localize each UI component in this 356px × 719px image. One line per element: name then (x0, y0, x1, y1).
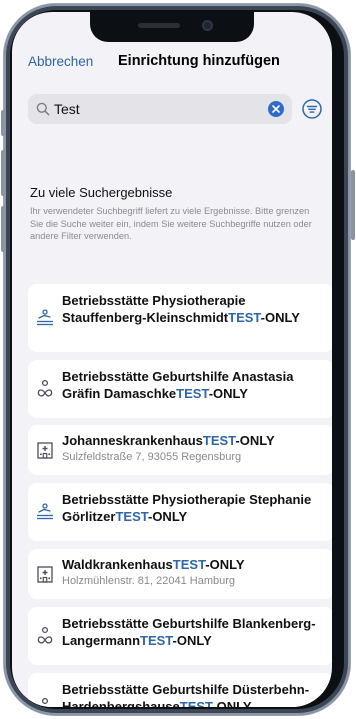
result-name: WaldkrankenhausTEST-ONLY (62, 556, 328, 573)
result-address: Sulzfeldstraße 7, 93055 Regensburg (62, 451, 242, 463)
side-button (1, 150, 5, 196)
result-name-highlight: TEST (140, 633, 173, 648)
result-name-highlight: TEST (179, 699, 213, 707)
result-name: Betriebsstätte Geburtshilfe Anastasia Gr… (62, 368, 328, 402)
result-name-suffix: -ONLY (205, 557, 245, 572)
screen: Abbrechen Einrichtung hinzufügen Test Zu… (12, 12, 332, 707)
result-name-highlight: TEST (172, 557, 206, 572)
side-button (351, 170, 355, 240)
notch (90, 12, 254, 42)
message-body: Ihr verwendeter Suchbegriff liefert zu v… (30, 206, 312, 242)
result-card[interactable]: Betriebsstätte Physiotherapie Stephanie … (28, 483, 332, 541)
result-name-highlight: TEST (202, 433, 236, 448)
result-card[interactable]: WaldkrankenhausTEST-ONLY Holzmühlenstr. 8… (28, 549, 332, 599)
result-name-text: Betriebsstätte Physiotherapie Stauffenbe… (62, 293, 246, 325)
result-name-suffix: -ONLY (147, 509, 188, 524)
side-button (1, 110, 5, 136)
result-name-suffix: -ONLY (172, 633, 212, 648)
result-text: WaldkrankenhausTEST-ONLY Holzmühlenstr. 8… (62, 556, 328, 588)
midwifery-icon (35, 626, 55, 646)
search-value: Test (54, 101, 80, 117)
hospital-icon (35, 564, 55, 584)
camera (202, 20, 213, 31)
filter-icon[interactable] (300, 97, 324, 121)
search-icon (36, 102, 50, 121)
clear-icon[interactable] (268, 101, 284, 117)
result-card[interactable]: Betriebsstätte Geburtshilfe Anastasia Gr… (28, 360, 332, 418)
result-text: Betriebsstätte Geburtshilfe Anastasia Gr… (62, 368, 328, 402)
cancel-button[interactable]: Abbrechen (28, 54, 93, 69)
result-name: Betriebsstätte Geburtshilfe Blankenberg-… (62, 615, 328, 649)
result-name-highlight: TEST (176, 386, 209, 401)
message-title: Zu viele Suchergebnisse (30, 185, 173, 200)
search-input[interactable]: Test (28, 94, 292, 124)
result-name-suffix: -ONLY (260, 310, 300, 325)
result-name-suffix: -ONLY (235, 433, 275, 448)
side-button (1, 206, 5, 252)
result-card[interactable]: JohanneskrankenhausTEST-ONLY Sulzfeldstra… (28, 425, 332, 475)
result-text: Betriebsstätte Geburtshilfe Düsterbehn-H… (62, 681, 328, 707)
speaker (138, 23, 180, 28)
result-name-highlight: TEST (228, 310, 261, 325)
result-text: JohanneskrankenhausTEST-ONLY Sulzfeldstra… (62, 432, 328, 464)
result-text: Betriebsstätte Geburtshilfe Blankenberg-… (62, 615, 328, 649)
result-name-suffix: -ONLY (212, 699, 252, 707)
result-name-text: Johanneskrankenhaus (62, 433, 203, 448)
physiotherapy-icon (35, 502, 55, 522)
result-address: Holzmühlenstr. 81, 22041 Hamburg (62, 575, 236, 587)
result-text: Betriebsstätte Physiotherapie Stephanie … (62, 491, 328, 525)
result-card[interactable]: Betriebsstätte Physiotherapie Stauffenbe… (28, 284, 332, 352)
result-card[interactable]: Betriebsstätte Geburtshilfe Düsterbehn-H… (28, 673, 332, 707)
midwifery-icon (35, 379, 55, 399)
result-name: JohanneskrankenhausTEST-ONLY (62, 432, 328, 449)
result-name: Betriebsstätte Geburtshilfe Düsterbehn-H… (62, 681, 328, 707)
navigation-bar: Abbrechen Einrichtung hinzufügen (12, 52, 332, 76)
result-card[interactable]: Betriebsstätte Geburtshilfe Blankenberg-… (28, 607, 332, 665)
midwifery-icon (35, 697, 55, 707)
hospital-icon (35, 440, 55, 460)
result-name-highlight: TEST (115, 509, 148, 524)
result-name: Betriebsstätte Physiotherapie Stauffenbe… (62, 292, 328, 326)
result-name: Betriebsstätte Physiotherapie Stephanie … (62, 491, 328, 525)
result-name-suffix: -ONLY (208, 386, 248, 401)
physiotherapy-icon (35, 308, 55, 328)
result-name-text: Waldkrankenhaus (62, 557, 173, 572)
result-text: Betriebsstätte Physiotherapie Stauffenbe… (62, 292, 328, 326)
page-title: Einrichtung hinzufügen (118, 53, 280, 69)
